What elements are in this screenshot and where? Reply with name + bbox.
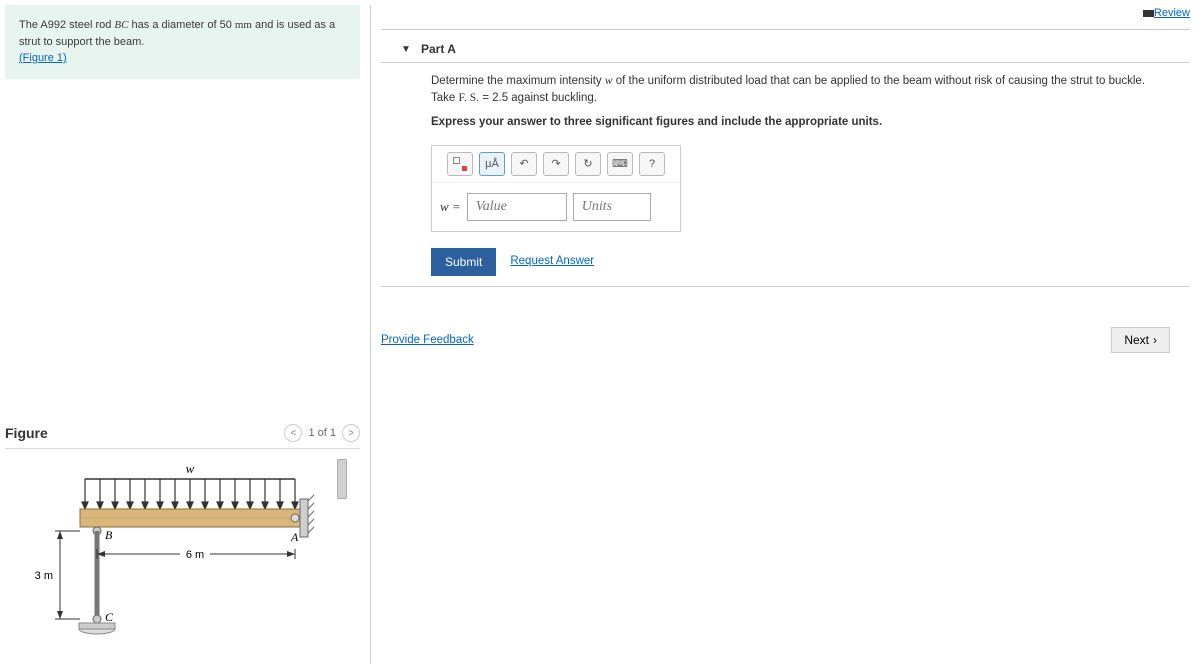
next-button[interactable]: Next› xyxy=(1111,327,1170,353)
label-c: C xyxy=(105,610,114,624)
label-6m: 6 m xyxy=(186,549,204,561)
problem-text: The A992 steel rod xyxy=(19,19,114,31)
figure-title: Figure xyxy=(5,425,48,441)
keyboard-button[interactable]: ⌨ xyxy=(607,152,633,176)
rod-name: BC xyxy=(114,19,128,31)
part-a-header[interactable]: ▼ Part A xyxy=(381,30,1190,62)
figure-diagram: w A B xyxy=(5,459,335,659)
answer-box: μÅ ↶ ↷ ↻ ⌨ ? w = xyxy=(431,145,681,232)
part-a-instruction: Express your answer to three significant… xyxy=(431,114,1170,131)
label-3m: 3 m xyxy=(35,570,53,582)
figure-next-button[interactable]: > xyxy=(342,424,360,442)
w-equals-label: w = xyxy=(440,197,461,217)
review-link[interactable]: Review xyxy=(1143,7,1190,19)
problem-statement: The A992 steel rod BC has a diameter of … xyxy=(5,5,360,79)
units-input[interactable] xyxy=(573,193,651,221)
label-a: A xyxy=(290,530,299,544)
collapse-caret-icon: ▼ xyxy=(401,44,411,55)
problem-text: has a diameter of 50 xyxy=(128,19,234,31)
chevron-right-icon: › xyxy=(1153,333,1157,347)
reset-button[interactable]: ↻ xyxy=(575,152,601,176)
label-b: B xyxy=(105,528,113,542)
figure-scroll-handle[interactable] xyxy=(337,459,347,499)
label-w: w xyxy=(186,461,195,476)
provide-feedback-link[interactable]: Provide Feedback xyxy=(381,334,474,346)
template-tool-button[interactable] xyxy=(447,152,473,176)
submit-button[interactable]: Submit xyxy=(431,248,496,276)
figure-prev-button[interactable]: < xyxy=(284,424,302,442)
undo-button[interactable]: ↶ xyxy=(511,152,537,176)
figure-page-indicator: 1 of 1 xyxy=(308,427,336,439)
unit-mm: mm xyxy=(235,19,252,31)
part-a-description: Determine the maximum intensity w of the… xyxy=(431,73,1170,108)
help-button[interactable]: ? xyxy=(639,152,665,176)
units-tool-button[interactable]: μÅ xyxy=(479,152,505,176)
figure-link[interactable]: (Figure 1) xyxy=(19,52,67,64)
request-answer-link[interactable]: Request Answer xyxy=(510,253,594,270)
redo-button[interactable]: ↷ xyxy=(543,152,569,176)
value-input[interactable] xyxy=(467,193,567,221)
figure-nav: < 1 of 1 > xyxy=(284,424,360,442)
part-a-title: Part A xyxy=(421,42,456,56)
